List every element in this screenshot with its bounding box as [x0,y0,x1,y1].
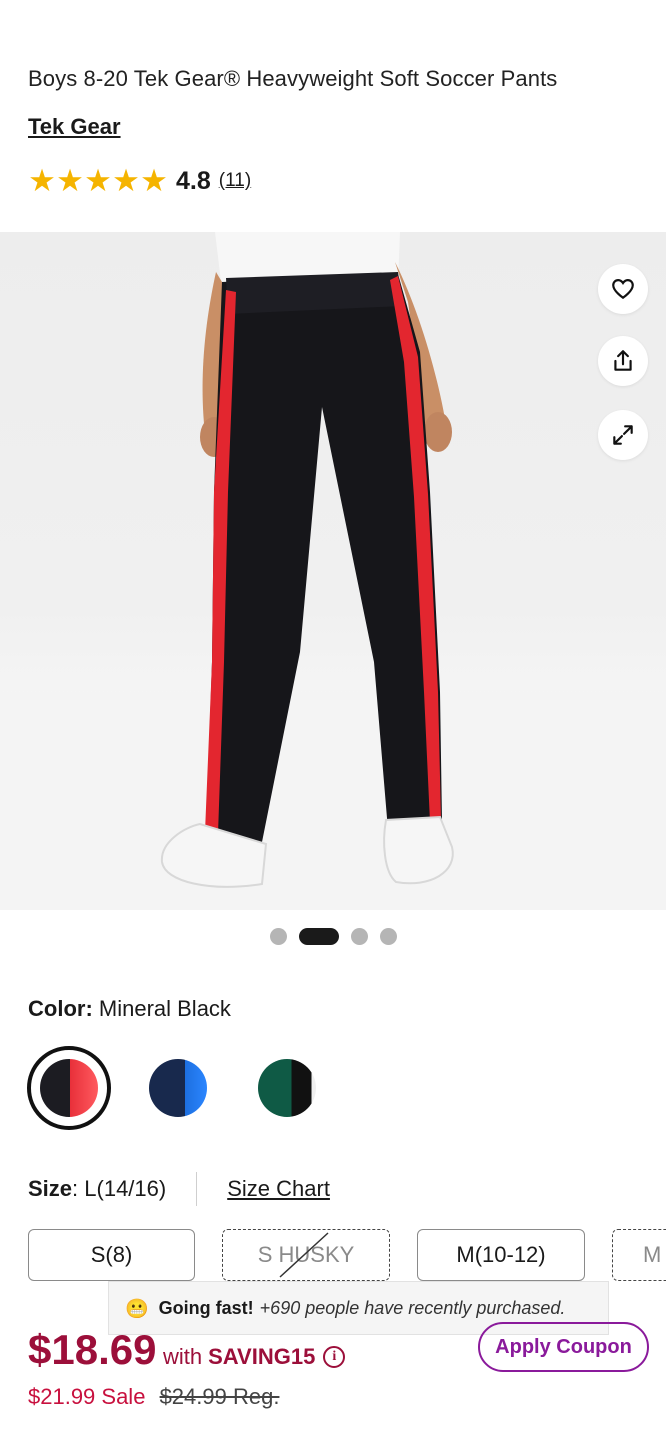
brand-link[interactable]: Tek Gear [28,114,121,140]
size-option-m10-12[interactable]: M(10-12) [417,1229,585,1281]
product-image-gallery[interactable] [0,232,666,910]
size-selected: L(14/16) [84,1176,167,1201]
divider [196,1172,198,1206]
size-colon: : [72,1176,85,1201]
coupon-code: SAVING15 [208,1344,316,1369]
grimace-emoji-icon: 😬 [125,1297,149,1320]
size-option-s8[interactable]: S(8) [28,1229,195,1281]
info-icon[interactable]: i [323,1346,346,1368]
review-count-link[interactable]: (11) [219,170,251,192]
unavailable-strike-icon [279,1232,329,1278]
wishlist-button[interactable] [598,264,648,314]
color-label-title: Color: [28,996,93,1021]
apply-coupon-button[interactable]: Apply Coupon [478,1322,649,1372]
toast-headline: Going fast! [158,1297,254,1318]
share-button[interactable] [598,336,648,386]
pagination-dot[interactable] [350,928,368,945]
star-icon: ★ [140,162,168,199]
with-text: with [163,1344,203,1369]
rating-value: 4.8 [176,166,211,195]
size-chart-link[interactable]: Size Chart [227,1176,330,1202]
color-label: Color: Mineral Black [28,996,231,1022]
star-icon: ★ [28,162,56,199]
gallery-pagination [0,928,666,945]
product-image [160,232,454,888]
share-icon [614,350,632,371]
product-title: Boys 8-20 Tek Gear® Heavyweight Soft Soc… [28,66,558,91]
sale-price: $21.99 Sale [28,1384,146,1409]
color-swatch-mineral-black[interactable] [27,1046,111,1130]
star-icon: ★ [56,162,84,199]
swatch-fill [40,1059,98,1117]
color-swatch-green[interactable] [245,1046,329,1130]
heart-icon [612,279,634,299]
coupon-price: $18.69 [28,1326,157,1373]
color-swatch-navy[interactable] [136,1046,220,1130]
star-icon: ★ [84,162,112,199]
size-option-m[interactable]: M [612,1229,666,1281]
size-row: Size: L(14/16) Size Chart [28,1172,330,1206]
size-option-s-husky[interactable]: S HUSKY [222,1229,390,1281]
rating[interactable]: ★ ★ ★ ★ ★ 4.8 (11) [28,164,251,198]
swatch-fill [149,1059,207,1117]
size-label: Size [28,1176,73,1201]
color-selected-name: Mineral Black [98,996,231,1021]
swatch-fill [258,1059,316,1117]
expand-icon [613,425,633,445]
price-line: $21.99 Sale $24.99 Reg. [28,1384,279,1410]
expand-button[interactable] [598,410,648,460]
star-icon: ★ [112,162,140,199]
star-rating: ★ ★ ★ ★ ★ [28,162,168,199]
pagination-dot[interactable] [379,928,397,945]
toast-detail: +690 people have recently purchased. [259,1297,566,1318]
pagination-dot[interactable] [269,928,287,945]
regular-price: $24.99 Reg. [159,1384,280,1409]
coupon-code-text: with SAVING15 i [163,1344,346,1370]
pagination-dot-active[interactable] [298,928,339,945]
